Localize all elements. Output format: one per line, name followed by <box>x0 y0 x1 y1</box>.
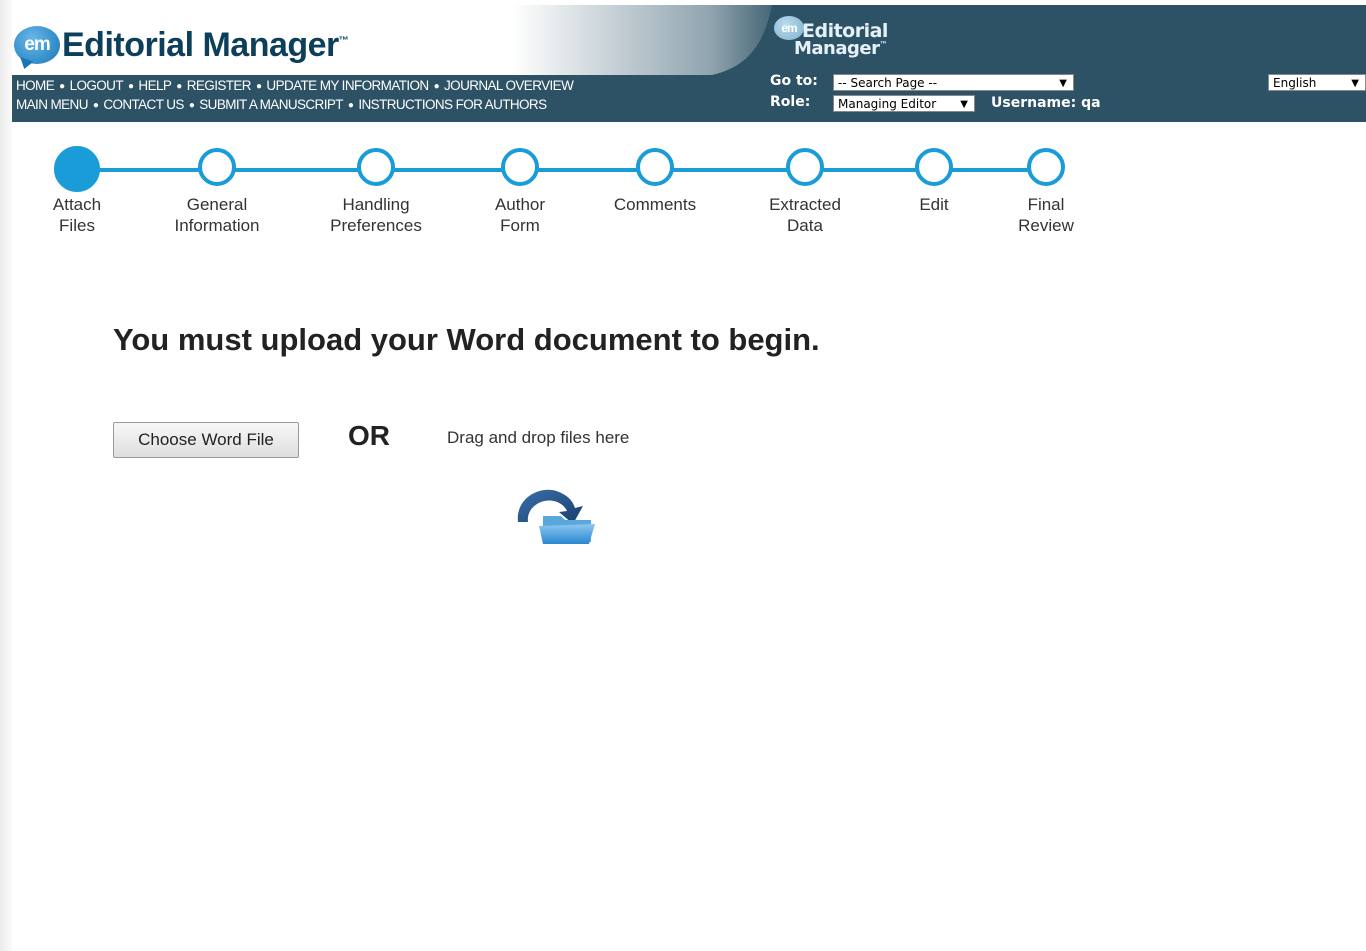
choose-word-file-button[interactable]: Choose Word File <box>113 422 299 458</box>
or-separator: OR <box>348 420 390 451</box>
step-comments[interactable]: Comments <box>585 148 725 215</box>
step-circle-icon <box>915 148 953 186</box>
role-select[interactable]: Managing Editor ▼ <box>833 95 975 112</box>
step-author-form[interactable]: Author Form <box>450 148 590 236</box>
step-circle-icon <box>501 148 539 186</box>
nav-instructions-for-authors[interactable]: INSTRUCTIONS FOR AUTHORS <box>358 97 547 112</box>
step-attach-files[interactable]: Attach Files <box>7 146 147 236</box>
language-select[interactable]: English ▼ <box>1268 74 1366 91</box>
step-extracted-data[interactable]: Extracted Data <box>735 148 875 236</box>
nav-help[interactable]: HELP <box>138 78 171 93</box>
editorial-manager-small-logo: em Editorial Manager™ <box>774 14 904 59</box>
step-circle-icon <box>54 146 100 192</box>
goto-label: Go to: <box>770 73 818 89</box>
nav-update-my-information[interactable]: UPDATE MY INFORMATION <box>266 78 429 93</box>
step-circle-icon <box>786 148 824 186</box>
logo-text: Editorial Manager™ <box>62 25 349 64</box>
nav-register[interactable]: REGISTER <box>187 78 252 93</box>
dropdown-caret-icon: ▼ <box>960 99 968 110</box>
role-label: Role: <box>770 94 811 110</box>
top-nav-row-1: HOME ● LOGOUT ● HELP ● REGISTER ● UPDATE MY INFO… <box>16 78 574 93</box>
step-circle-icon <box>198 148 236 186</box>
step-circle-icon <box>357 148 395 186</box>
editorial-manager-logo[interactable]: em Editorial Manager™ <box>14 25 349 65</box>
folder-upload-icon[interactable] <box>513 480 597 546</box>
step-final-review[interactable]: Final Review <box>976 148 1116 236</box>
dropdown-caret-icon: ▼ <box>1059 78 1067 89</box>
step-circle-icon <box>636 148 674 186</box>
drag-and-drop-label: Drag and drop files here <box>447 428 630 447</box>
nav-main-menu[interactable]: MAIN MENU <box>16 97 88 112</box>
upload-instruction-heading: You must upload your Word document to be… <box>113 322 820 357</box>
step-general-information[interactable]: General Information <box>147 148 287 236</box>
nav-logout[interactable]: LOGOUT <box>70 78 124 93</box>
em-small-logo-icon: em <box>774 16 804 40</box>
goto-search-page-select[interactable]: -- Search Page -- ▼ <box>833 74 1074 91</box>
username-display: Username: qa <box>991 95 1101 111</box>
nav-home[interactable]: HOME <box>16 78 55 93</box>
nav-journal-overview[interactable]: JOURNAL OVERVIEW <box>444 78 574 93</box>
em-logo-icon: em <box>14 26 60 64</box>
dropdown-caret-icon: ▼ <box>1351 78 1359 89</box>
submission-progress-stepper: Attach Files General Information Handling P… <box>0 122 1366 252</box>
nav-contact-us[interactable]: CONTACT US <box>103 97 184 112</box>
step-circle-icon <box>1027 148 1065 186</box>
top-nav-row-2: MAIN MENU ● CONTACT US ● SUBMIT A MANUSCRIPT… <box>16 97 547 112</box>
step-handling-preferences[interactable]: Handling Preferences <box>306 148 446 236</box>
nav-submit-a-manuscript[interactable]: SUBMIT A MANUSCRIPT <box>199 97 343 112</box>
site-header: em Editorial Manager™ HOME ● LOGOUT ● HELP ● R… <box>12 5 1366 122</box>
